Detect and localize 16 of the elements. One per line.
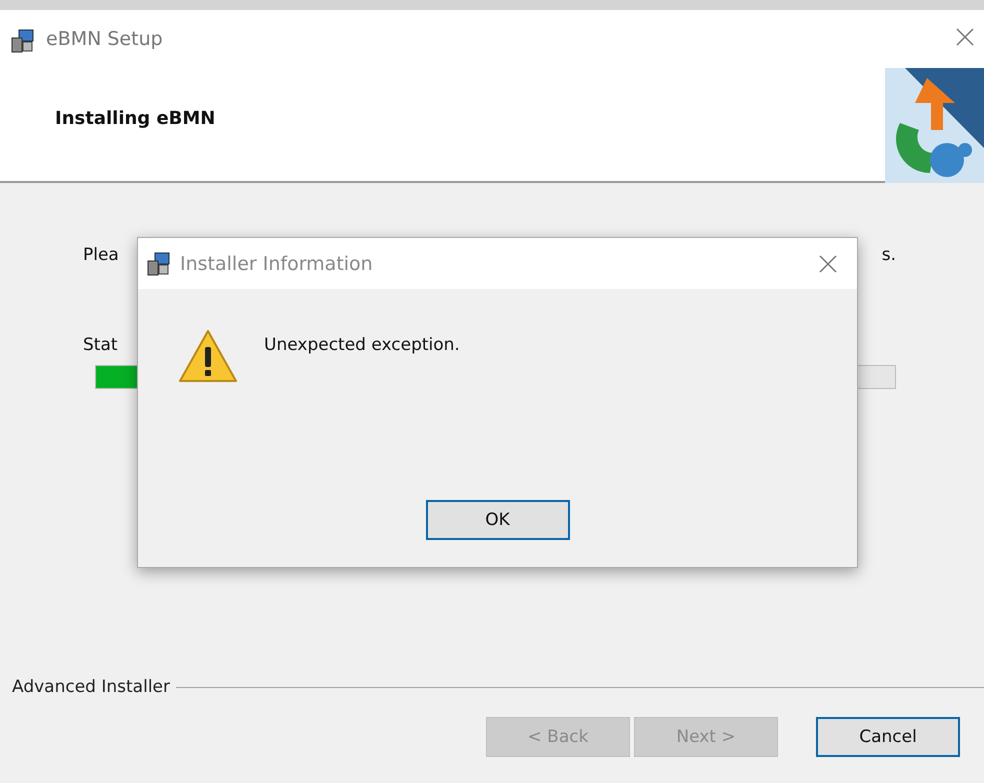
warning-icon bbox=[178, 329, 238, 383]
header-title: Installing eBMN bbox=[55, 108, 216, 129]
wizard-button[interactable]: Cancel bbox=[816, 717, 960, 757]
setup-icon bbox=[10, 28, 36, 54]
instruction-text: Plea bbox=[83, 245, 119, 265]
close-icon[interactable] bbox=[956, 28, 974, 46]
close-icon[interactable] bbox=[819, 254, 837, 272]
dialog-message: Unexpected exception. bbox=[264, 335, 460, 357]
window-title: eBMN Setup bbox=[46, 28, 164, 50]
ok-button[interactable]: OK bbox=[426, 500, 570, 540]
setup-icon bbox=[146, 250, 172, 276]
brand-label: Advanced Installer bbox=[12, 677, 170, 697]
instruction-text: s. bbox=[882, 245, 896, 265]
dialog-title: Installer Information bbox=[180, 252, 374, 274]
status-label: Stat bbox=[83, 335, 118, 355]
puzzle-logo-icon bbox=[885, 68, 984, 183]
